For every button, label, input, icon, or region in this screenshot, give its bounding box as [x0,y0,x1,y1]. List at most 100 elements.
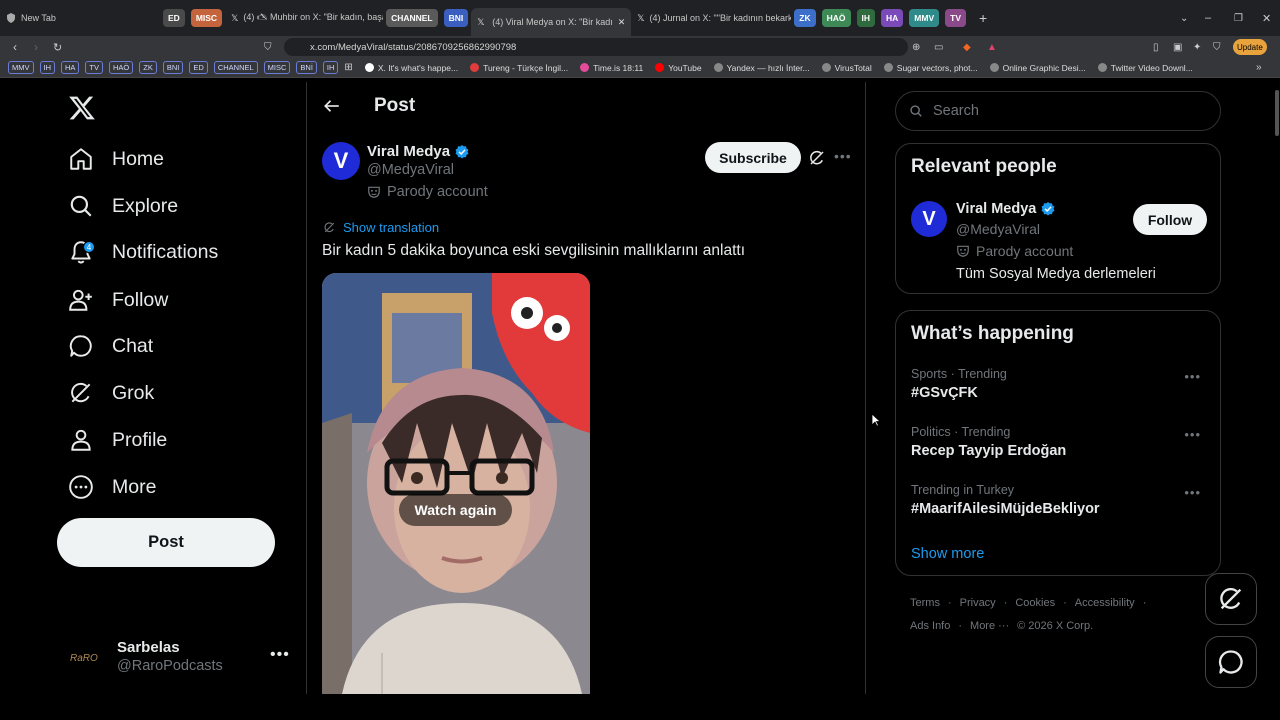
bookmark-twitter-video[interactable]: Twitter Video Downl... [1097,63,1193,73]
footer-link-more[interactable]: More ··· [970,620,1009,632]
bookmark-folder-bni2[interactable]: BNİ [296,61,317,74]
bookmark-folder-tv[interactable]: TV [85,61,104,74]
author-name-row[interactable]: Viral Medya [367,143,470,160]
bookmark-folder-ih[interactable]: IH [39,61,55,74]
rewards-icon[interactable]: ▲ [987,42,997,53]
relevant-handle[interactable]: @MedyaViral [956,221,1040,237]
trend-item[interactable]: Trending in Turkey #MaarifAilesiMüjdeBek… [911,483,1211,523]
forward-nav-icon[interactable]: › [34,40,38,54]
nav-home[interactable]: Home [68,141,164,177]
bookmark-online-graphic[interactable]: Online Graphic Desi... [989,63,1086,73]
tab-new-tab[interactable]: New Tab [0,6,160,30]
post-button[interactable]: Post [57,518,275,567]
tab-group-tv[interactable]: TV [945,9,966,27]
footer-link-ads-info[interactable]: Ads Info [910,620,950,632]
tab-group-hao[interactable]: HAÖ [821,9,851,27]
video-player[interactable]: Watch again [322,273,590,694]
bookmark-folder-ha[interactable]: HA [61,61,80,74]
ellipsis-icon[interactable]: ••• [834,148,852,164]
bookmark-icon[interactable]: ⛉ [264,42,272,53]
follow-button[interactable]: Follow [1133,204,1207,235]
bookmark-x[interactable]: X. It's what's happe... [364,63,458,73]
x-logo-icon[interactable] [68,94,96,122]
minimize-icon[interactable]: – [1205,12,1211,24]
avatar[interactable]: V [911,201,947,237]
nav-grok[interactable]: Grok [68,375,154,411]
bookmark-folder-mmv[interactable]: MMV [8,61,34,74]
tab-group-mmv[interactable]: MMV [909,9,940,27]
back-nav-icon[interactable]: ‹ [13,40,17,54]
tab-muhbir[interactable]: 𝕏 (4) 🖎 Muhbir on X: "Bir kadın, başarı [225,6,383,30]
footer-link-terms[interactable]: Terms [910,597,940,609]
maximize-icon[interactable]: ❐ [1234,13,1243,24]
tab-search-icon[interactable]: ⌄ [1180,13,1188,24]
bookmark-virustotal[interactable]: VirusTotal [821,63,872,73]
trend-item[interactable]: Sports · Trending #GSvÇFK ••• [911,367,1211,407]
grok-fab-button[interactable] [1205,573,1257,625]
ellipsis-icon[interactable]: ••• [1184,485,1201,500]
nav-notifications[interactable]: 4 Notifications [68,234,218,270]
relevant-name-row[interactable]: Viral Medya [956,201,1056,217]
tab-viral-medya[interactable]: 𝕏 (4) Viral Medya on X: "Bir kadın 5 ✕ [471,8,632,36]
bookmark-folder-zk[interactable]: ZK [139,61,157,74]
subscribe-button[interactable]: Subscribe [705,142,801,173]
bookmark-folder-bni[interactable]: BNI [162,61,184,74]
close-icon[interactable]: ✕ [618,17,626,28]
reload-icon[interactable]: ↻ [53,41,62,54]
bookmark-sugar[interactable]: Sugar vectors, phot... [883,63,978,73]
apps-grid-icon[interactable]: ⊞ [344,62,352,73]
window-close-icon[interactable]: ✕ [1262,12,1271,25]
scrollbar[interactable] [1275,90,1279,136]
sidebar-toggle-icon[interactable]: ▯ [1153,42,1159,53]
zoom-icon[interactable]: ⊕ [912,42,920,53]
account-switcher[interactable]: RaRO Sarbelas @RaroPodcasts ••• [70,634,290,678]
bookmark-timeis[interactable]: Time.is 18:11 [580,63,643,73]
trend-item[interactable]: Politics · Trending Recep Tayyip Erdoğan… [911,425,1211,465]
author-handle[interactable]: @MedyaViral [367,162,454,178]
leo-icon[interactable]: ✦ [1193,42,1201,53]
search-input[interactable]: Search [895,91,1221,131]
url-bar[interactable]: x.com/MedyaViral/status/2086709256862990… [284,38,908,56]
tab-group-zk[interactable]: ZK [794,9,816,27]
nav-explore[interactable]: Explore [68,188,178,224]
watch-again-button[interactable]: Watch again [399,494,512,526]
brave-shield-icon[interactable]: ◆ [963,42,971,53]
back-arrow-icon[interactable] [323,97,341,115]
bookmark-yandex[interactable]: Yandex — hızlı İnter... [713,63,810,73]
tab-group-ed[interactable]: ED [163,9,185,27]
chat-fab-button[interactable] [1205,636,1257,688]
nav-profile[interactable]: Profile [68,422,167,458]
bookmark-folder-hao[interactable]: HAÖ [109,61,134,74]
update-button[interactable]: Update [1233,39,1267,55]
tab-group-channel[interactable]: CHANNEL [386,9,438,27]
cast-icon[interactable]: ▭ [934,42,943,53]
bookmark-youtube[interactable]: YouTube [655,63,702,73]
nav-more[interactable]: More [68,469,156,505]
bookmarks-overflow-icon[interactable]: » [1256,62,1262,73]
nav-follow[interactable]: Follow [68,282,168,318]
grok-icon[interactable] [808,149,826,167]
tab-group-ih[interactable]: IH [856,9,875,27]
wallet-icon[interactable]: ▣ [1173,42,1182,53]
tab-group-ha[interactable]: HA [881,9,904,27]
footer-link-privacy[interactable]: Privacy [960,597,996,609]
ellipsis-icon[interactable]: ••• [1184,427,1201,442]
bookmark-tureng[interactable]: Tureng - Türkçe İngil... [470,63,568,73]
bookmark-folder-channel[interactable]: CHANNEL [213,61,258,74]
ellipsis-icon[interactable]: ••• [1184,369,1201,384]
tab-group-misc[interactable]: MISC [190,9,223,27]
bookmark-folder-ed[interactable]: ED [189,61,208,74]
bookmark-folder-misc[interactable]: MISC [263,61,291,74]
new-tab-icon[interactable]: + [979,10,987,26]
vpn-icon[interactable]: ⛉ [1213,42,1221,53]
tab-jurnal[interactable]: 𝕏 (4) Jurnal on X: ""Bir kadının bekarke… [631,6,791,30]
bookmark-folder-ih2[interactable]: IH [322,61,339,74]
footer-link-accessibility[interactable]: Accessibility [1075,597,1135,609]
nav-chat[interactable]: Chat [68,328,153,364]
tab-group-bni[interactable]: BNI [443,9,469,27]
ellipsis-icon[interactable]: ••• [270,646,290,664]
show-translation-link[interactable]: Show translation [323,220,439,235]
avatar[interactable]: V [322,142,360,180]
show-more-link[interactable]: Show more [911,546,984,562]
footer-link-cookies[interactable]: Cookies [1015,597,1055,609]
